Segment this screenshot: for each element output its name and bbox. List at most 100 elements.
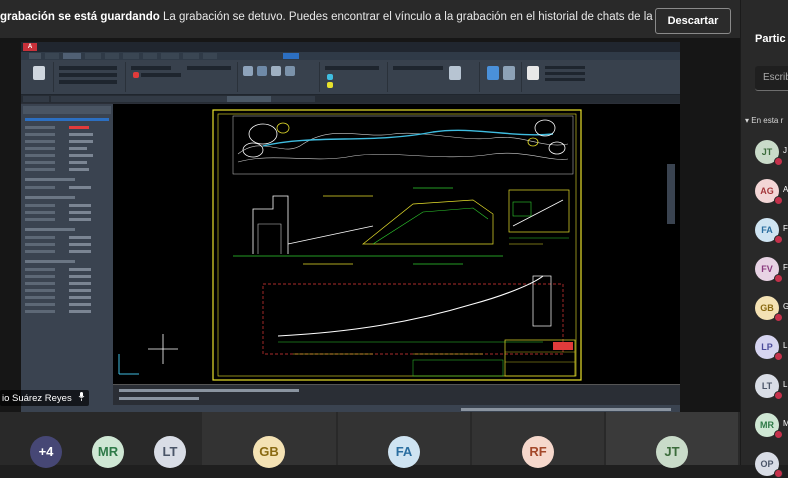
ribbon-tab — [123, 53, 139, 59]
tool-icon — [487, 66, 499, 80]
drawing-tab — [139, 96, 183, 102]
participant-avatar: RF — [522, 436, 554, 468]
ribbon-tab — [85, 53, 101, 59]
head-structure — [532, 275, 552, 327]
in-meeting-section[interactable]: ▾ En esta r — [745, 116, 783, 125]
participant-search-input[interactable]: Escrib — [755, 66, 788, 91]
participant-avatar[interactable]: FV — [755, 257, 783, 283]
ribbon-group — [321, 62, 388, 92]
tool-icon — [327, 74, 333, 80]
ribbon-tab — [63, 53, 81, 59]
chevron-down-icon: ▾ — [745, 116, 750, 125]
participant-name[interactable]: F — [783, 224, 788, 233]
recording-title: grabación se está guardando — [0, 11, 160, 23]
participant-avatar[interactable]: FA — [755, 218, 783, 244]
property-row — [25, 161, 55, 164]
ribbon-field — [141, 73, 181, 77]
detail-frame — [508, 189, 570, 233]
tool-icon — [327, 82, 333, 88]
plan-view-frame — [232, 115, 574, 175]
tool-icon — [271, 66, 281, 76]
participant-tile[interactable]: GB — [202, 412, 336, 468]
properties-palette — [21, 104, 113, 406]
property-row — [25, 204, 55, 207]
conveyor-path — [262, 129, 554, 147]
participant-avatar[interactable]: LT — [755, 374, 783, 400]
recording-message: grabación se está guardando La grabación… — [0, 11, 710, 23]
tool-icon — [449, 66, 461, 80]
property-row — [25, 218, 55, 221]
property-section — [25, 228, 75, 231]
dismiss-button[interactable]: Descartar — [655, 8, 731, 34]
command-line[interactable] — [113, 384, 680, 405]
ribbon-group — [523, 62, 593, 92]
participant-avatar[interactable]: AG — [755, 179, 783, 205]
conveyor-line — [287, 225, 374, 245]
property-value — [69, 282, 91, 285]
participant-name[interactable]: L — [783, 380, 787, 389]
drawing-tab — [23, 96, 49, 102]
property-value — [69, 126, 89, 129]
participant-tile[interactable]: FA — [338, 412, 470, 468]
section-label: En esta r — [751, 116, 784, 125]
participant-avatar: MR — [92, 436, 124, 468]
navigation-bar — [667, 164, 675, 224]
participant-avatar: LT — [154, 436, 186, 468]
recording-banner: grabación se está guardando La grabación… — [0, 0, 740, 39]
participant-avatar[interactable]: OP — [755, 452, 783, 478]
property-row — [25, 250, 55, 253]
participant-name[interactable]: L — [783, 341, 787, 350]
property-row — [25, 296, 55, 299]
participant-tile[interactable]: RF — [472, 412, 604, 468]
participant-name[interactable]: M — [783, 419, 788, 428]
shared-screen[interactable]: A — [21, 42, 680, 414]
property-value — [69, 275, 91, 278]
ribbon-group — [127, 62, 238, 92]
equipment-cluster — [248, 123, 278, 145]
participant-avatar[interactable]: JT — [755, 140, 783, 166]
property-section — [25, 260, 75, 263]
presenter-name: io Suárez Reyes — [2, 393, 72, 404]
ribbon-field — [545, 66, 585, 69]
video-gallery: +4 MR LT GB FA RF JT — [0, 412, 740, 468]
ribbon-tab-active — [283, 53, 299, 59]
presenter-name-tag: io Suárez Reyes — [0, 390, 90, 406]
participant-avatar[interactable]: LP — [755, 335, 783, 361]
recording-detail: La grabación se detuvo. Puedes encontrar… — [162, 11, 711, 23]
property-row — [25, 211, 55, 214]
participant-avatar[interactable]: GB — [755, 296, 783, 322]
participant-tile[interactable]: JT — [606, 412, 738, 468]
tool-icon — [243, 66, 253, 76]
property-value — [69, 204, 91, 207]
detail-line — [512, 199, 564, 227]
property-row — [25, 289, 55, 292]
ribbon-group — [389, 62, 480, 92]
overflow-avatar[interactable]: +4 — [30, 436, 62, 468]
ribbon-field — [393, 66, 443, 70]
property-value — [69, 310, 91, 313]
ribbon-group — [55, 62, 126, 92]
equipment-cluster — [242, 142, 264, 158]
drawing-tabs — [21, 95, 680, 103]
property-row — [25, 168, 55, 171]
microphone-icon — [78, 390, 85, 406]
drawing-canvas[interactable] — [113, 104, 680, 384]
autocad-ribbon — [21, 60, 680, 95]
property-row — [25, 147, 55, 150]
participant-avatar[interactable]: MR — [755, 413, 783, 439]
participant-name[interactable]: G — [783, 302, 788, 311]
participant-avatar: GB — [253, 436, 285, 468]
participant-name[interactable]: A — [783, 185, 788, 194]
property-row — [25, 186, 55, 189]
property-value — [69, 218, 91, 221]
drawing-tab — [51, 96, 95, 102]
participant-name[interactable]: F — [783, 263, 788, 272]
property-value — [69, 154, 93, 157]
ribbon-tab — [105, 53, 119, 59]
equipment-cluster — [548, 141, 566, 155]
tile-overflow[interactable]: +4 MR LT — [0, 412, 200, 468]
participant-name[interactable]: J — [783, 146, 787, 155]
long-conveyor — [277, 275, 544, 337]
command-prompt[interactable] — [119, 397, 199, 400]
stockpile-outline — [362, 199, 494, 245]
